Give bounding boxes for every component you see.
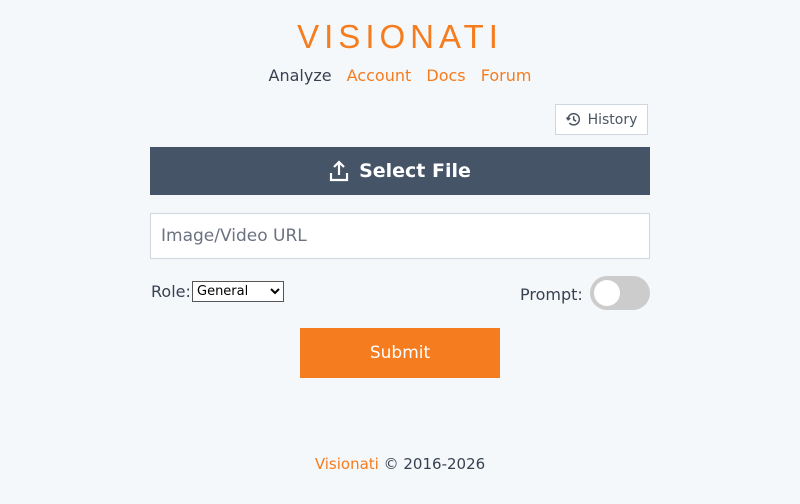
nav-item-account[interactable]: Account [347, 66, 412, 85]
select-file-button[interactable]: Select File [150, 147, 650, 195]
submit-button[interactable]: Submit [300, 328, 500, 378]
history-button[interactable]: History [555, 104, 648, 135]
footer-copyright: © 2016-2026 [383, 455, 486, 473]
footer: Visionati © 2016-2026 [0, 455, 800, 473]
main-nav: Analyze Account Docs Forum [0, 66, 800, 85]
toggle-knob [594, 280, 620, 306]
role-select[interactable]: General [192, 281, 284, 302]
nav-item-docs[interactable]: Docs [426, 66, 465, 85]
select-file-label: Select File [359, 160, 471, 182]
nav-item-analyze[interactable]: Analyze [269, 66, 332, 85]
role-label: Role: [151, 282, 191, 301]
url-input[interactable] [150, 213, 650, 259]
history-icon [565, 112, 580, 126]
prompt-label: Prompt: [520, 285, 583, 304]
upload-icon [329, 160, 349, 182]
footer-brand-link[interactable]: Visionati [315, 455, 379, 473]
prompt-toggle[interactable] [590, 276, 650, 310]
nav-item-forum[interactable]: Forum [481, 66, 532, 85]
history-button-label: History [587, 111, 638, 128]
brand-logo: VISIONATI [297, 18, 503, 55]
